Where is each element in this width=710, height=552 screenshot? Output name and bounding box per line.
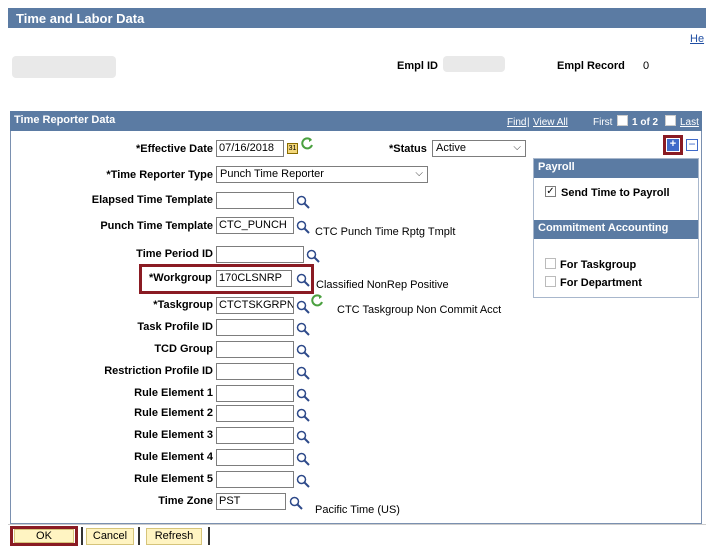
- rule-element-5-label: Rule Element 5: [134, 473, 213, 485]
- rule-element-3-input[interactable]: [216, 427, 294, 444]
- for-department-checkbox[interactable]: [545, 276, 556, 287]
- for-taskgroup-checkbox[interactable]: [545, 258, 556, 269]
- workgroup-input[interactable]: 170CLSNRP: [216, 270, 292, 287]
- find-link[interactable]: Find: [507, 117, 526, 128]
- elapsed-template-label: Elapsed Time Template: [91, 194, 213, 206]
- task-profile-label: Task Profile ID: [137, 321, 213, 333]
- rule-element-1-input[interactable]: [216, 385, 294, 402]
- rule-element-4-label: Rule Element 4: [134, 451, 213, 463]
- last-link[interactable]: Last: [680, 117, 699, 128]
- time-period-input[interactable]: [216, 246, 304, 263]
- add-row-icon[interactable]: +: [667, 139, 679, 151]
- restriction-profile-input[interactable]: [216, 363, 294, 380]
- refresh-button[interactable]: Refresh: [146, 528, 202, 545]
- empl-id-label: Empl ID: [397, 60, 438, 72]
- section-title: Time Reporter Data: [14, 114, 116, 126]
- search-icon[interactable]: [296, 195, 310, 209]
- rule-element-2-input[interactable]: [216, 405, 294, 422]
- view-all-link[interactable]: View All: [533, 117, 568, 128]
- empl-id-value: [443, 56, 505, 72]
- search-icon[interactable]: [296, 474, 310, 488]
- rule-element-5-input[interactable]: [216, 471, 294, 488]
- search-icon[interactable]: [296, 220, 310, 234]
- search-icon[interactable]: [296, 408, 310, 422]
- toolbar-separator: [81, 527, 83, 545]
- nav-separator: |: [527, 117, 530, 128]
- search-icon[interactable]: [296, 273, 310, 287]
- rule-element-4-input[interactable]: [216, 449, 294, 466]
- search-icon[interactable]: [296, 430, 310, 444]
- first-arrow-icon[interactable]: [617, 115, 628, 126]
- next-arrow-icon[interactable]: [665, 115, 676, 126]
- workgroup-label: *Workgroup: [149, 272, 212, 284]
- for-taskgroup-label: For Taskgroup: [560, 259, 637, 271]
- status-value: Active: [436, 142, 466, 154]
- row-count: 1 of 2: [632, 117, 659, 128]
- taskgroup-desc: CTC Taskgroup Non Commit Acct: [337, 304, 502, 316]
- effective-date-input[interactable]: 07/16/2018: [216, 140, 284, 157]
- tcd-group-input[interactable]: [216, 341, 294, 358]
- chevron-down-icon: ⌵: [415, 168, 423, 179]
- calendar-icon[interactable]: 31: [287, 143, 298, 154]
- ok-button[interactable]: OK: [14, 529, 74, 543]
- delete-row-icon[interactable]: −: [686, 138, 698, 151]
- employee-name: [12, 56, 116, 78]
- search-icon[interactable]: [296, 322, 310, 336]
- time-zone-label: Time Zone: [158, 495, 213, 507]
- rule-element-2-label: Rule Element 2: [134, 407, 213, 419]
- reporter-type-label: *Time Reporter Type: [106, 169, 213, 181]
- time-zone-input[interactable]: PST: [216, 493, 286, 510]
- first-label: First: [593, 117, 613, 128]
- restriction-profile-label: Restriction Profile ID: [104, 365, 213, 377]
- punch-template-label: Punch Time Template: [100, 220, 213, 232]
- taskgroup-input[interactable]: CTCTSKGRPN: [216, 297, 294, 314]
- empl-record-label: Empl Record: [557, 60, 625, 72]
- toolbar-separator: [138, 527, 140, 545]
- punch-template-desc: CTC Punch Time Rptg Tmplt: [315, 226, 456, 238]
- toolbar-separator: [208, 527, 210, 545]
- search-icon[interactable]: [289, 496, 303, 510]
- chevron-down-icon: ⌵: [513, 142, 521, 153]
- search-icon[interactable]: [296, 388, 310, 402]
- help-link[interactable]: He: [690, 33, 704, 45]
- search-icon[interactable]: [306, 249, 320, 263]
- status-label: *Status: [389, 143, 427, 155]
- for-department-label: For Department: [560, 277, 642, 289]
- workgroup-desc: Classified NonRep Positive: [316, 279, 449, 291]
- send-time-label: Send Time to Payroll: [561, 187, 670, 199]
- search-icon[interactable]: [296, 344, 310, 358]
- time-period-label: Time Period ID: [136, 248, 213, 260]
- taskgroup-label: *Taskgroup: [153, 299, 213, 311]
- time-zone-desc: Pacific Time (US): [315, 504, 400, 516]
- search-icon[interactable]: [296, 366, 310, 380]
- effective-date-label: *Effective Date: [135, 143, 213, 155]
- task-profile-input[interactable]: [216, 319, 294, 336]
- search-icon[interactable]: [296, 452, 310, 466]
- search-icon[interactable]: [296, 300, 310, 314]
- commitment-header: Commitment Accounting: [534, 220, 698, 239]
- reporter-type-select[interactable]: Punch Time Reporter ⌵: [216, 166, 428, 183]
- punch-template-input[interactable]: CTC_PUNCH: [216, 217, 294, 234]
- send-time-checkbox[interactable]: ✓: [545, 186, 556, 197]
- payroll-header: Payroll: [534, 159, 698, 178]
- refresh-date-icon[interactable]: [301, 137, 314, 153]
- rule-element-3-label: Rule Element 3: [134, 429, 213, 441]
- reporter-type-value: Punch Time Reporter: [220, 168, 324, 180]
- tcd-group-label: TCD Group: [154, 343, 213, 355]
- refresh-taskgroup-icon[interactable]: [311, 294, 324, 310]
- empl-record-value: 0: [643, 60, 650, 72]
- elapsed-template-input[interactable]: [216, 192, 294, 209]
- page-title: Time and Labor Data: [8, 8, 706, 28]
- cancel-button[interactable]: Cancel: [86, 528, 134, 545]
- status-select[interactable]: Active ⌵: [432, 140, 526, 157]
- rule-element-1-label: Rule Element 1: [134, 387, 213, 399]
